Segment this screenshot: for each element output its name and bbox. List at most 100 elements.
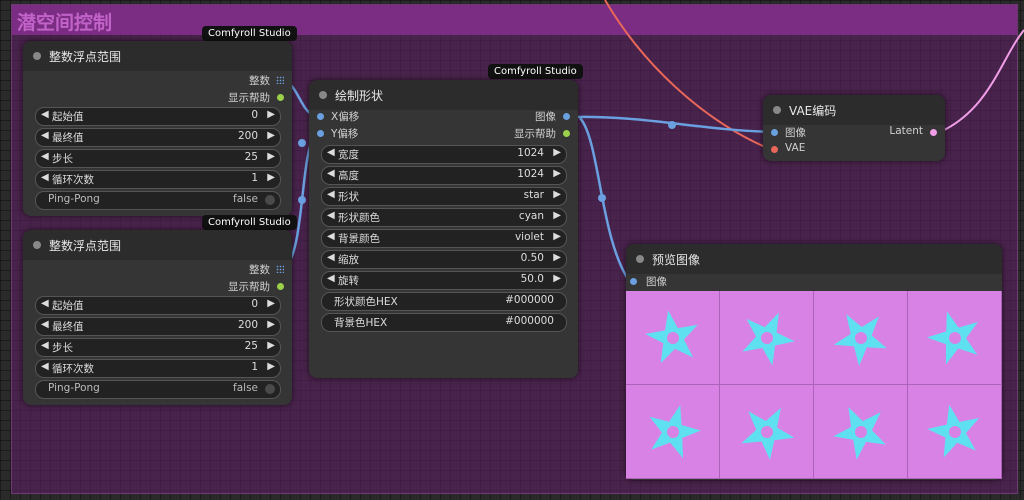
widget-loop-count[interactable]: ◀ 循环次数 1 ▶ [35, 170, 281, 189]
input-y-offset[interactable]: Y偏移 [317, 126, 358, 142]
output-socket[interactable] [563, 113, 570, 120]
decrement-arrow-icon[interactable]: ◀ [41, 298, 49, 309]
preview-image-grid[interactable] [626, 291, 1002, 479]
input-socket[interactable] [630, 278, 637, 285]
decrement-arrow-icon[interactable]: ◀ [327, 252, 335, 263]
input-vae[interactable]: VAE [771, 142, 805, 158]
decrement-arrow-icon[interactable]: ◀ [41, 172, 49, 183]
widget-start-value[interactable]: ◀ 起始值 0 ▶ [35, 296, 281, 315]
widget-shape-color-hex[interactable]: 形状颜色HEX #000000 [321, 292, 567, 311]
increment-arrow-icon[interactable]: ▶ [267, 172, 275, 183]
output-socket[interactable] [277, 94, 284, 101]
increment-arrow-icon[interactable]: ▶ [267, 319, 275, 330]
input-socket[interactable] [771, 146, 778, 153]
collapse-dot-icon[interactable] [636, 255, 644, 263]
preview-thumbnail[interactable] [908, 385, 1002, 479]
widget-step[interactable]: ◀ 步长 25 ▶ [35, 338, 281, 357]
node-header[interactable]: 整数浮点范围 [23, 41, 292, 71]
increment-arrow-icon[interactable]: ▶ [267, 298, 275, 309]
node-header[interactable]: 绘制形状 [309, 80, 578, 110]
increment-arrow-icon[interactable]: ▶ [553, 147, 561, 158]
decrement-arrow-icon[interactable]: ◀ [327, 189, 335, 200]
list-output-icon[interactable] [276, 265, 284, 273]
increment-arrow-icon[interactable]: ▶ [267, 340, 275, 351]
list-output-icon[interactable] [276, 76, 284, 84]
toggle-knob[interactable] [265, 384, 275, 394]
output-image[interactable]: 图像 [535, 109, 570, 125]
decrement-arrow-icon[interactable]: ◀ [41, 340, 49, 351]
decrement-arrow-icon[interactable]: ◀ [41, 130, 49, 141]
increment-arrow-icon[interactable]: ▶ [553, 168, 561, 179]
decrement-arrow-icon[interactable]: ◀ [41, 109, 49, 120]
widget-background-color-hex[interactable]: 背景色HEX #000000 [321, 313, 567, 332]
preview-thumbnail[interactable] [720, 385, 814, 479]
widget-height[interactable]: ◀ 高度 1024 ▶ [321, 166, 567, 185]
increment-arrow-icon[interactable]: ▶ [553, 273, 561, 284]
decrement-arrow-icon[interactable]: ◀ [327, 231, 335, 242]
group-title-bar[interactable]: 潜空间控制 [12, 5, 1017, 35]
increment-arrow-icon[interactable]: ▶ [267, 109, 275, 120]
decrement-arrow-icon[interactable]: ◀ [327, 273, 335, 284]
increment-arrow-icon[interactable]: ▶ [267, 151, 275, 162]
widget-shape[interactable]: ◀ 形状 star ▶ [321, 187, 567, 206]
input-image[interactable]: 图像 [626, 274, 667, 290]
increment-arrow-icon[interactable]: ▶ [553, 252, 561, 263]
widget-ping-pong-toggle[interactable]: Ping-Pong false [35, 380, 281, 399]
output-socket[interactable] [277, 283, 284, 290]
output-show-help[interactable]: 显示帮助 [228, 90, 284, 106]
preview-image-node[interactable]: 预览图像 图像 [626, 244, 1002, 480]
decrement-arrow-icon[interactable]: ◀ [327, 210, 335, 221]
widget-ping-pong-toggle[interactable]: Ping-Pong false [35, 191, 281, 210]
increment-arrow-icon[interactable]: ▶ [553, 210, 561, 221]
node-header[interactable]: VAE编码 [763, 95, 945, 125]
input-socket[interactable] [317, 113, 324, 120]
preview-thumbnail[interactable] [626, 385, 720, 479]
output-socket[interactable] [930, 129, 937, 136]
node-header[interactable]: 整数浮点范围 [23, 230, 292, 260]
input-image[interactable]: 图像 [771, 125, 806, 141]
widget-background-color[interactable]: ◀ 背景颜色 violet ▶ [321, 229, 567, 248]
decrement-arrow-icon[interactable]: ◀ [327, 147, 335, 158]
output-show-help[interactable]: 显示帮助 [228, 279, 284, 295]
decrement-arrow-icon[interactable]: ◀ [41, 151, 49, 162]
increment-arrow-icon[interactable]: ▶ [553, 189, 561, 200]
collapse-dot-icon[interactable] [319, 91, 327, 99]
output-socket[interactable] [563, 130, 570, 137]
int-float-range-node-2[interactable]: 整数浮点范围 整数 显示帮助 ◀ 起始值 0 ▶ ◀ 最终值 200 ▶ ◀ 步… [23, 230, 292, 405]
widget-end-value[interactable]: ◀ 最终值 200 ▶ [35, 317, 281, 336]
output-latent[interactable]: Latent [889, 125, 937, 141]
node-header[interactable]: 预览图像 [626, 244, 1002, 274]
output-show-help[interactable]: 显示帮助 [514, 126, 570, 142]
decrement-arrow-icon[interactable]: ◀ [41, 319, 49, 330]
widget-end-value[interactable]: ◀ 最终值 200 ▶ [35, 128, 281, 147]
widget-shape-color[interactable]: ◀ 形状颜色 cyan ▶ [321, 208, 567, 227]
toggle-knob[interactable] [265, 195, 275, 205]
input-x-offset[interactable]: X偏移 [317, 109, 359, 125]
increment-arrow-icon[interactable]: ▶ [267, 361, 275, 372]
widget-start-value[interactable]: ◀ 起始值 0 ▶ [35, 107, 281, 126]
collapse-dot-icon[interactable] [33, 52, 41, 60]
input-socket[interactable] [771, 129, 778, 136]
output-int[interactable]: 整数 [249, 262, 284, 278]
preview-thumbnail[interactable] [814, 385, 908, 479]
decrement-arrow-icon[interactable]: ◀ [41, 361, 49, 372]
draw-shape-node[interactable]: 绘制形状 X偏移 图像 Y偏移 显示帮助 ◀ 宽度 1024 ▶ ◀ 高度 10… [309, 80, 578, 378]
collapse-dot-icon[interactable] [773, 106, 781, 114]
widget-rotation[interactable]: ◀ 旋转 50.0 ▶ [321, 271, 567, 290]
preview-thumbnail[interactable] [720, 291, 814, 385]
widget-step[interactable]: ◀ 步长 25 ▶ [35, 149, 281, 168]
preview-thumbnail[interactable] [908, 291, 1002, 385]
increment-arrow-icon[interactable]: ▶ [553, 231, 561, 242]
input-socket[interactable] [317, 130, 324, 137]
output-int[interactable]: 整数 [249, 73, 284, 89]
collapse-dot-icon[interactable] [33, 241, 41, 249]
widget-scale[interactable]: ◀ 缩放 0.50 ▶ [321, 250, 567, 269]
widget-width[interactable]: ◀ 宽度 1024 ▶ [321, 145, 567, 164]
preview-thumbnail[interactable] [814, 291, 908, 385]
int-float-range-node-1[interactable]: 整数浮点范围 整数 显示帮助 ◀ 起始值 0 ▶ ◀ 最终值 200 ▶ ◀ 步… [23, 41, 292, 216]
widget-loop-count[interactable]: ◀ 循环次数 1 ▶ [35, 359, 281, 378]
decrement-arrow-icon[interactable]: ◀ [327, 168, 335, 179]
vae-encode-node[interactable]: VAE编码 图像 Latent VAE [763, 95, 945, 161]
preview-thumbnail[interactable] [626, 291, 720, 385]
increment-arrow-icon[interactable]: ▶ [267, 130, 275, 141]
